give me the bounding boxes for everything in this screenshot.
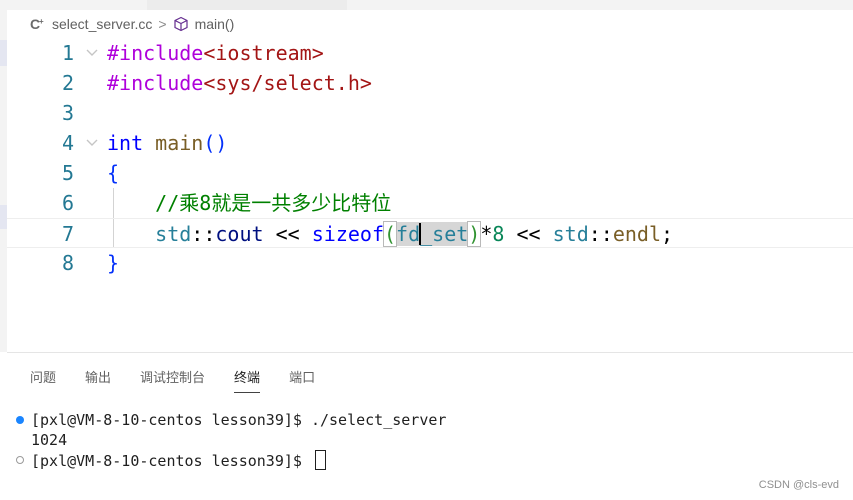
cout-identifier: cout [215, 222, 264, 246]
line-number: 5 [61, 161, 74, 185]
method-cube-icon [173, 16, 189, 32]
chevron-down-icon[interactable] [85, 38, 99, 68]
terminal-output: 1024 [31, 431, 68, 449]
include-header: <sys/select.h> [203, 71, 372, 95]
terminal-prompt[interactable]: [pxl@VM-8-10-centos lesson39]$ [31, 450, 326, 471]
editor-tab-bar [7, 0, 853, 10]
matched-paren-close: ) [467, 221, 482, 247]
terminal-line: [pxl@VM-8-10-centos lesson39]$ ./select_… [31, 411, 447, 429]
line-number: 3 [61, 101, 74, 125]
endl-identifier: endl [612, 222, 661, 246]
code-line-5[interactable]: 5 { [7, 158, 853, 188]
code-line-2[interactable]: 2 #include<sys/select.h> [7, 68, 853, 98]
preprocessor-directive: #include [107, 71, 204, 95]
code-line-7[interactable]: 7 std::cout << sizeof(fd_set)*8 << std::… [7, 218, 853, 248]
code-comment: //乘8就是一共多少比特位 [155, 191, 392, 215]
code-line-3[interactable]: 3 [7, 98, 853, 128]
brace-open: { [107, 161, 120, 185]
chevron-down-icon[interactable] [85, 128, 99, 158]
breadcrumb-separator: > [158, 16, 167, 32]
code-line-6[interactable]: 6 //乘8就是一共多少比特位 [7, 188, 853, 218]
activity-indicator [0, 205, 7, 229]
svg-text:+: + [39, 17, 44, 26]
breadcrumb-file[interactable]: select_server.cc [52, 16, 152, 32]
line-number: 6 [61, 191, 74, 215]
panel-tab-bar: 问题 输出 调试控制台 终端 端口 [30, 367, 344, 393]
line-number: 2 [61, 71, 74, 95]
watermark: CSDN @cls-evd [758, 479, 839, 491]
terminal-cursor [314, 450, 326, 470]
activity-strip [0, 0, 7, 352]
command-success-dot-icon[interactable] [16, 416, 24, 424]
tab-debug-console[interactable]: 调试控制台 [140, 367, 205, 393]
editor-tab[interactable] [147, 0, 347, 10]
paren-close: ) [215, 131, 228, 155]
line-number: 1 [61, 41, 74, 65]
code-line-4[interactable]: 4 int main() [7, 128, 853, 158]
type-keyword: int [107, 131, 144, 155]
code-line-1[interactable]: 1 #include<iostream> [7, 38, 853, 68]
brace-close: } [107, 251, 120, 275]
line-number: 7 [61, 222, 74, 246]
tab-ports[interactable]: 端口 [289, 367, 315, 393]
namespace-std: std [155, 222, 192, 246]
breadcrumb-symbol[interactable]: main() [195, 16, 235, 32]
command-pending-dot-icon [16, 456, 24, 464]
preprocessor-directive: #include [107, 41, 204, 65]
tab-terminal[interactable]: 终端 [234, 367, 261, 393]
tab-output[interactable]: 输出 [85, 367, 111, 393]
tab-problems[interactable]: 问题 [30, 367, 56, 393]
line-number: 4 [61, 131, 74, 155]
namespace-std: std [552, 222, 589, 246]
breadcrumb: C + select_server.cc > main() [30, 13, 234, 35]
bottom-panel: 问题 输出 调试控制台 终端 端口 [pxl@VM-8-10-centos le… [7, 352, 853, 500]
activity-indicator [0, 40, 7, 66]
paren-open: ( [203, 131, 216, 155]
sizeof-keyword: sizeof [311, 222, 384, 246]
code-line-8[interactable]: 8 } [7, 248, 853, 278]
number-literal: 8 [492, 222, 505, 246]
fd-set-identifier: fd_set [396, 222, 469, 246]
include-header: <iostream> [203, 41, 324, 65]
function-name: main [155, 131, 204, 155]
line-number: 8 [61, 251, 74, 275]
matched-paren-open: ( [382, 221, 398, 247]
cpp-file-icon: C + [30, 16, 46, 32]
